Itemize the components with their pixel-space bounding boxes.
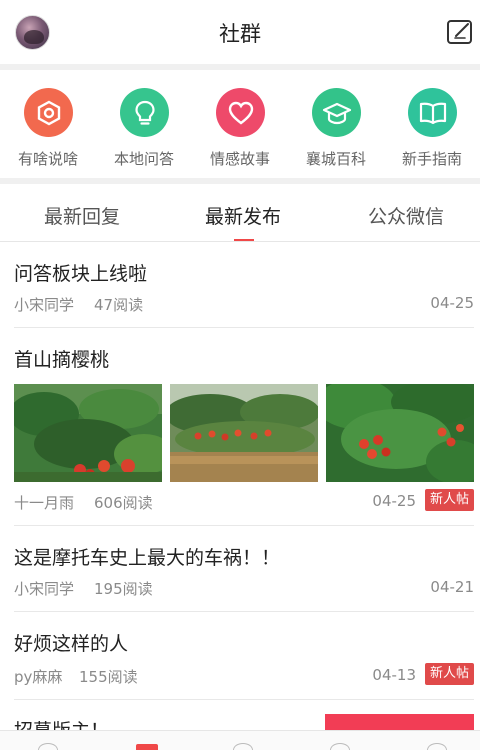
book-icon bbox=[408, 88, 457, 137]
post-date: 04-13 bbox=[372, 666, 416, 684]
tab-wechat[interactable]: 公众微信 bbox=[326, 202, 480, 229]
post-author: 小宋同学 bbox=[14, 296, 75, 314]
category-bendiwenda[interactable]: 本地问答 bbox=[96, 72, 192, 178]
post-images bbox=[14, 384, 474, 482]
post-title: 好烦这样的人 bbox=[14, 633, 129, 655]
graduation-cap-icon bbox=[312, 88, 361, 137]
post-reads: 195阅读 bbox=[94, 580, 153, 598]
post-meta: 小宋同学 47阅读 04-25 bbox=[14, 294, 474, 314]
post-date: 04-21 bbox=[430, 578, 474, 596]
cherry-photo[interactable] bbox=[326, 384, 474, 482]
community-icon[interactable] bbox=[136, 744, 158, 750]
post-reads: 47阅读 bbox=[94, 296, 144, 314]
discover-icon[interactable] bbox=[233, 743, 253, 750]
hexagon-target-icon bbox=[24, 88, 73, 137]
top-bar: 社群 bbox=[0, 0, 480, 64]
category-label: 情感故事 bbox=[209, 150, 270, 168]
category-label: 本地问答 bbox=[113, 150, 174, 168]
list-item[interactable]: 好烦这样的人 py麻麻 155阅读 04-13 新人帖 bbox=[14, 612, 474, 700]
post-date: 04-25 bbox=[430, 294, 474, 312]
list-item[interactable]: 招募版主！ bbox=[14, 700, 474, 730]
category-xinshouzhinan[interactable]: 新手指南 bbox=[384, 72, 480, 178]
post-reads: 155阅读 bbox=[79, 668, 138, 686]
tab-latest-reply[interactable]: 最新回复 bbox=[2, 202, 162, 229]
new-user-badge: 新人帖 bbox=[424, 489, 474, 511]
bottom-nav bbox=[0, 730, 480, 750]
post-title: 这是摩托车史上最大的车祸！！ bbox=[14, 547, 281, 569]
category-youshashuosha[interactable]: 有啥说啥 bbox=[0, 72, 96, 178]
post-meta: 小宋同学 195阅读 04-21 bbox=[14, 578, 474, 598]
compose-icon[interactable] bbox=[446, 18, 474, 46]
category-label: 新手指南 bbox=[401, 150, 462, 168]
post-meta: py麻麻 155阅读 04-13 新人帖 bbox=[14, 663, 474, 686]
post-title: 问答板块上线啦 bbox=[14, 263, 148, 285]
list-item[interactable]: 这是摩托车史上最大的车祸！！ 小宋同学 195阅读 04-21 bbox=[14, 526, 474, 612]
category-label: 襄城百科 bbox=[305, 150, 366, 168]
message-icon[interactable] bbox=[330, 743, 350, 750]
post-author: 小宋同学 bbox=[14, 580, 75, 598]
profile-icon[interactable] bbox=[427, 743, 447, 750]
cherry-photo[interactable] bbox=[170, 384, 318, 482]
tab-latest-post[interactable]: 最新发布 bbox=[163, 202, 323, 229]
post-meta: 十一月雨 606阅读 04-25 新人帖 bbox=[14, 489, 474, 512]
post-date: 04-25 bbox=[372, 492, 416, 510]
category-label: 有啥说啥 bbox=[17, 150, 78, 168]
lightbulb-icon bbox=[120, 88, 169, 137]
post-title: 招募版主！ bbox=[14, 716, 109, 730]
divider bbox=[0, 64, 480, 70]
active-tab-indicator bbox=[234, 239, 254, 241]
new-user-badge: 新人帖 bbox=[424, 663, 474, 685]
cherry-photo[interactable] bbox=[14, 384, 162, 482]
post-author: 十一月雨 bbox=[14, 494, 75, 512]
list-item[interactable]: 问答板块上线啦 小宋同学 47阅读 04-25 bbox=[14, 242, 474, 328]
home-icon[interactable] bbox=[38, 743, 58, 750]
page-title: 社群 bbox=[219, 22, 261, 46]
post-author: py麻麻 bbox=[14, 668, 63, 686]
post-reads: 606阅读 bbox=[94, 494, 153, 512]
post-thumbnail bbox=[325, 714, 474, 730]
post-title: 首山摘樱桃 bbox=[14, 349, 110, 371]
list-item[interactable]: 首山摘樱桃 十一月雨 606阅读 04-25 新人帖 bbox=[14, 328, 474, 526]
heart-icon bbox=[216, 88, 265, 137]
category-row: 有啥说啥 本地问答 情感故事 襄城百科 新手指南 bbox=[0, 72, 480, 178]
category-xiangchengbaike[interactable]: 襄城百科 bbox=[288, 72, 384, 178]
category-qingganggushi[interactable]: 情感故事 bbox=[192, 72, 288, 178]
tab-bar: 最新回复 最新发布 公众微信 bbox=[0, 184, 480, 242]
